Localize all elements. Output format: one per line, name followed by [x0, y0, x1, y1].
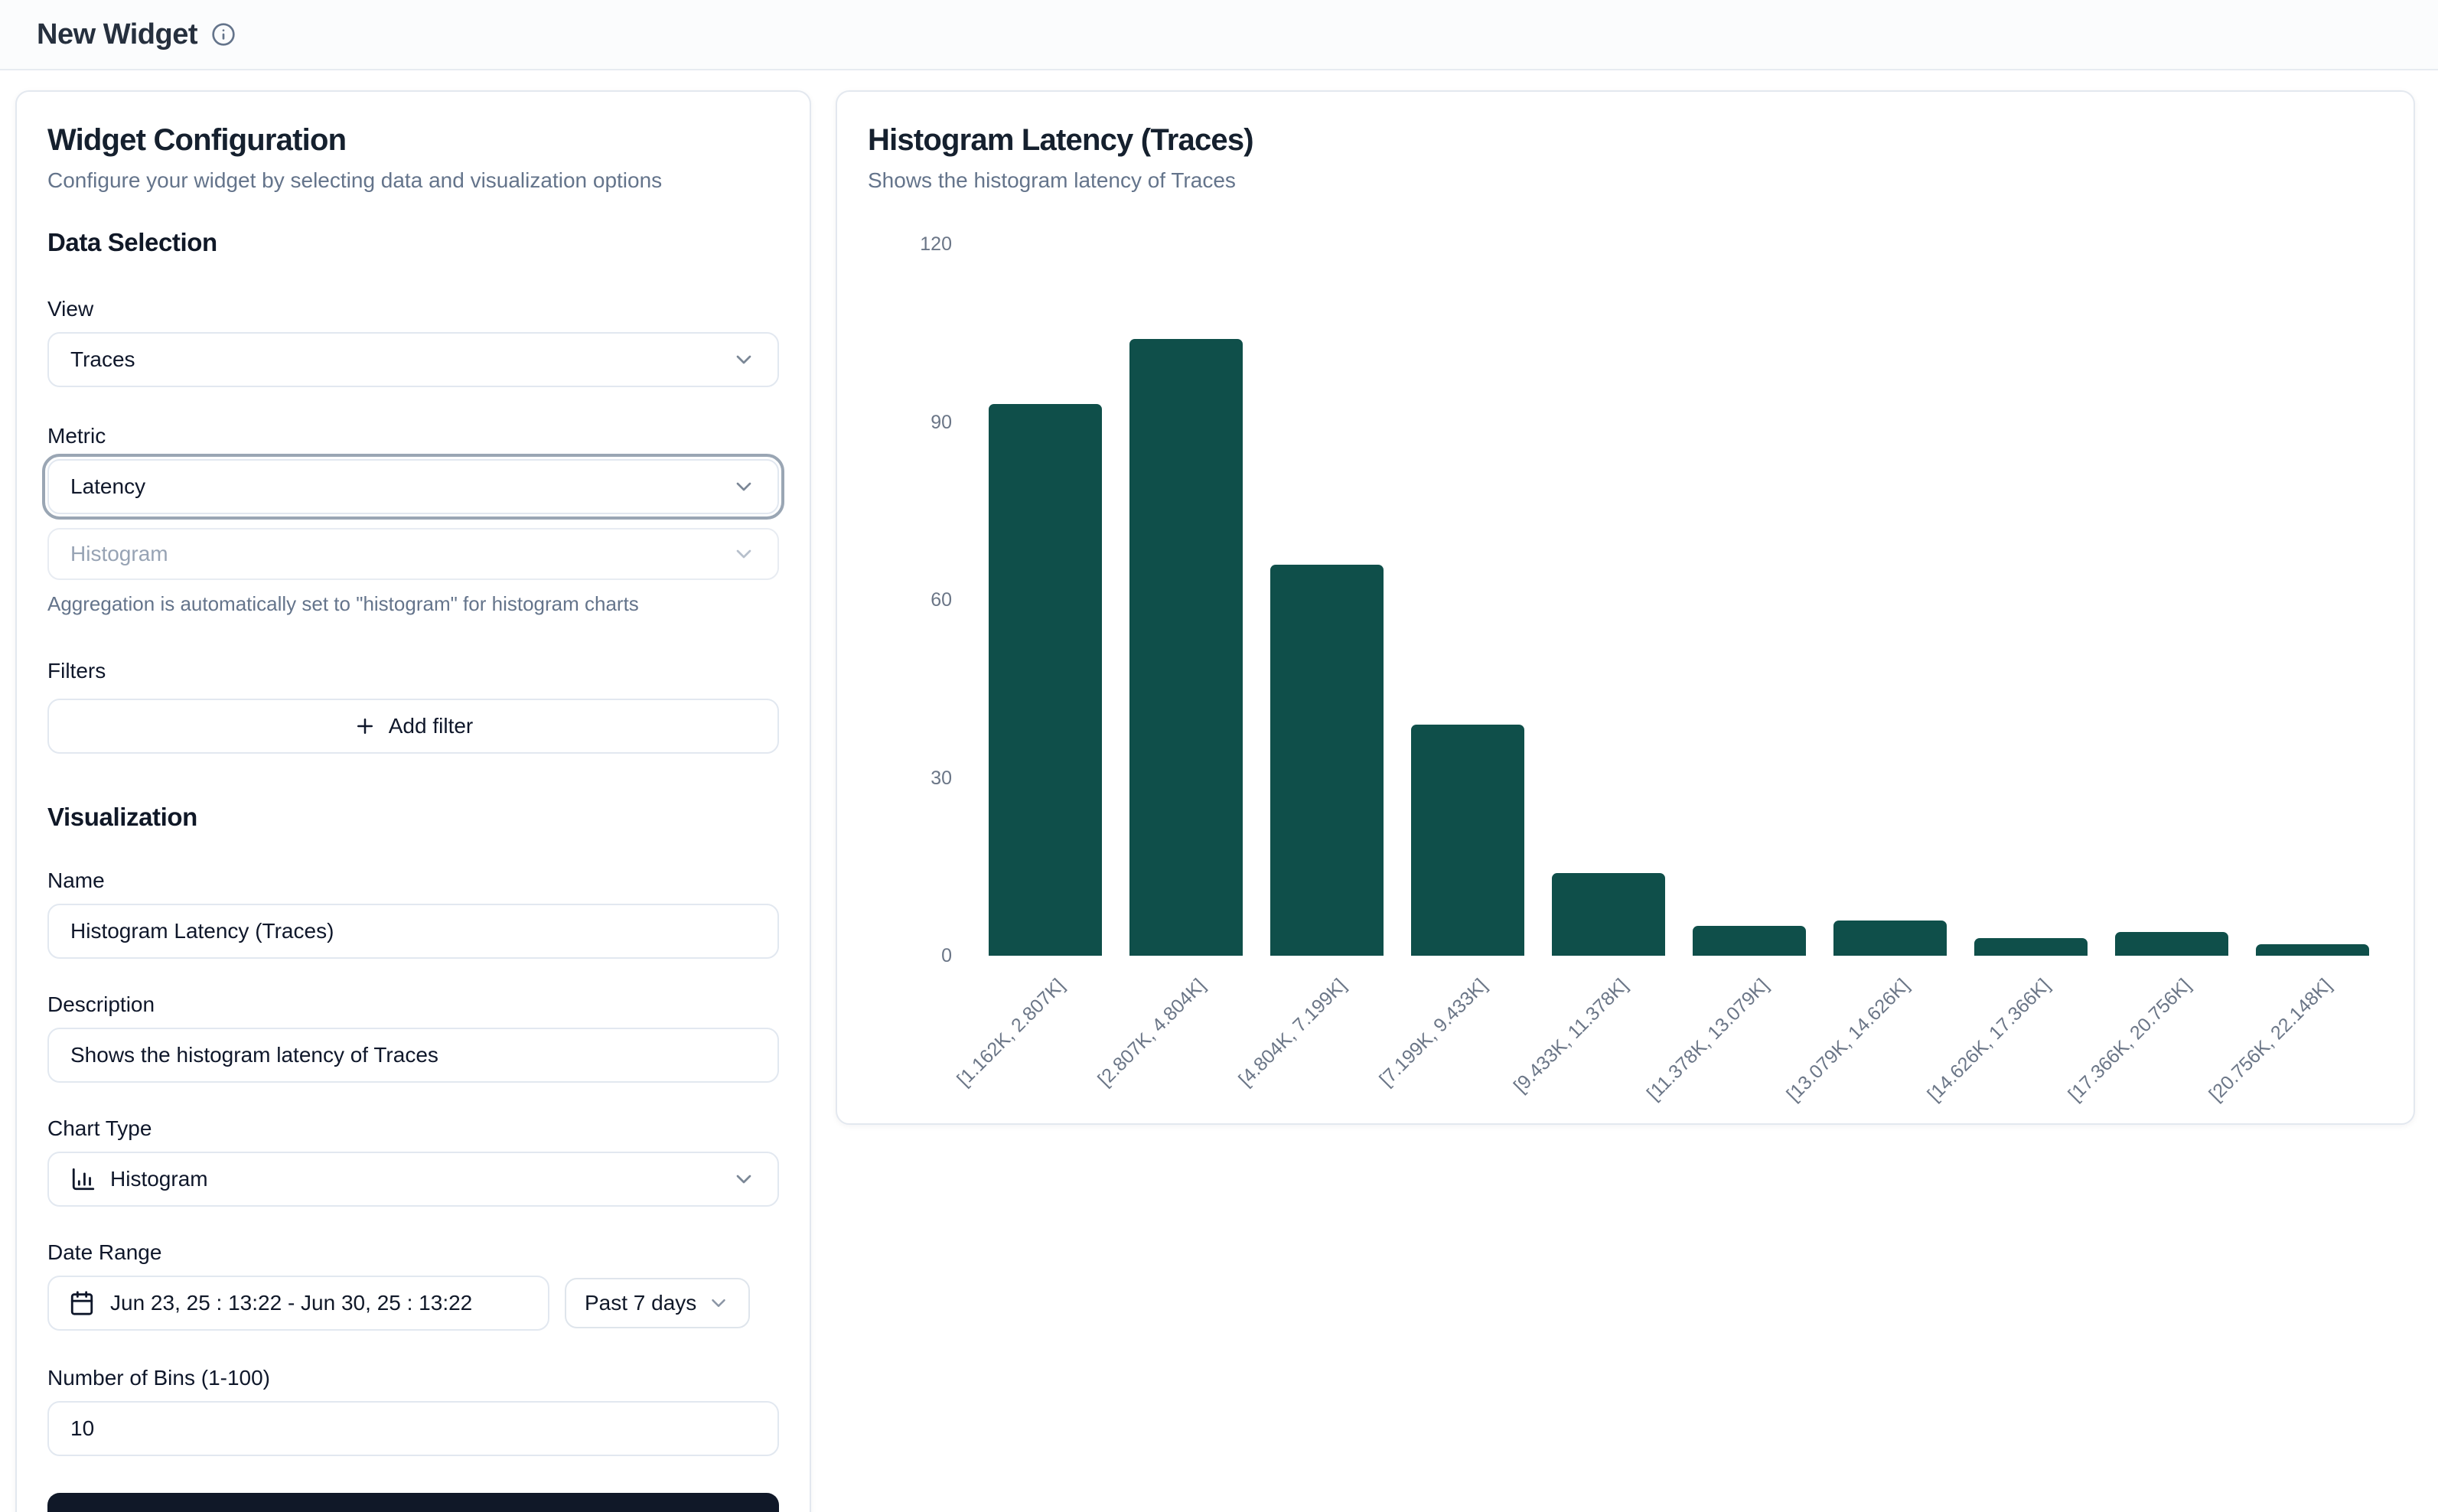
page-title: New Widget	[37, 18, 197, 51]
histogram-chart: 0 30 60 90 120 [1.162K, 2.807K][2.807K, 4.804…	[868, 210, 2386, 1097]
x-axis-tick-label: [11.378K, 13.079K]	[1642, 974, 1773, 1105]
view-label: View	[47, 297, 779, 321]
bins-input[interactable]	[47, 1401, 779, 1456]
date-preset-select[interactable]: Past 7 days	[565, 1278, 750, 1328]
chart-type-value: Histogram	[110, 1167, 208, 1191]
view-select-value: Traces	[70, 347, 135, 372]
add-filter-button[interactable]: Add filter	[47, 699, 779, 754]
save-widget-button[interactable]: Save Widget	[47, 1493, 779, 1512]
histogram-bar	[1129, 339, 1243, 956]
histogram-bar	[989, 404, 1102, 956]
chevron-down-icon	[732, 542, 756, 566]
config-subtitle: Configure your widget by selecting data …	[47, 167, 779, 194]
histogram-bar	[1974, 938, 2088, 956]
visualization-heading: Visualization	[47, 803, 779, 832]
aggregation-select-value: Histogram	[70, 542, 168, 566]
chevron-down-icon	[732, 474, 756, 499]
histogram-bar	[2115, 932, 2228, 956]
metric-select[interactable]: Latency	[47, 459, 779, 514]
y-axis-tick-label: 0	[868, 944, 952, 967]
info-icon[interactable]	[211, 22, 236, 47]
name-label: Name	[47, 868, 779, 893]
x-axis-tick-label: [2.807K, 4.804K]	[1093, 974, 1210, 1091]
widget-configuration-panel: Widget Configuration Configure your widg…	[15, 90, 811, 1512]
preview-subtitle: Shows the histogram latency of Traces	[868, 167, 2383, 194]
aggregation-helper-text: Aggregation is automatically set to "his…	[47, 592, 779, 616]
filters-label: Filters	[47, 659, 779, 683]
y-axis-tick-label: 90	[868, 411, 952, 434]
chart-type-select[interactable]: Histogram	[47, 1152, 779, 1207]
histogram-bar	[2256, 944, 2369, 956]
histogram-bar	[1693, 926, 1806, 956]
x-axis-tick-label: [1.162K, 2.807K]	[952, 974, 1069, 1091]
plus-icon	[354, 715, 376, 738]
aggregation-select: Histogram	[47, 528, 779, 580]
y-axis-tick-label: 60	[868, 588, 952, 611]
date-range-picker[interactable]: Jun 23, 25 : 13:22 - Jun 30, 25 : 13:22	[47, 1276, 549, 1331]
x-axis-tick-label: [4.804K, 7.199K]	[1234, 974, 1351, 1091]
chevron-down-icon	[732, 347, 756, 372]
view-select[interactable]: Traces	[47, 332, 779, 387]
x-axis-tick-label: [14.626K, 17.366K]	[1923, 974, 2055, 1106]
histogram-bar	[1270, 565, 1384, 956]
calendar-icon	[69, 1290, 95, 1316]
chart-type-label: Chart Type	[47, 1116, 779, 1141]
x-axis-tick-label: [7.199K, 9.433K]	[1374, 974, 1491, 1091]
y-axis-tick-label: 120	[868, 233, 952, 256]
preview-title: Histogram Latency (Traces)	[868, 121, 2383, 159]
chevron-down-icon	[732, 1167, 756, 1191]
data-selection-heading: Data Selection	[47, 228, 779, 257]
histogram-bar	[1552, 873, 1665, 956]
description-input[interactable]	[47, 1028, 779, 1083]
bins-label: Number of Bins (1-100)	[47, 1366, 779, 1390]
widget-preview-panel: Histogram Latency (Traces) Shows the his…	[836, 90, 2415, 1125]
y-axis-tick-label: 30	[868, 767, 952, 790]
x-axis-tick-label: [20.756K, 22.148K]	[2205, 974, 2337, 1106]
bar-chart-icon	[70, 1166, 96, 1192]
histogram-bar	[1411, 725, 1524, 956]
date-range-value: Jun 23, 25 : 13:22 - Jun 30, 25 : 13:22	[110, 1291, 472, 1315]
config-title: Widget Configuration	[47, 121, 779, 159]
description-label: Description	[47, 992, 779, 1017]
histogram-bar	[1833, 921, 1947, 956]
chevron-down-icon	[707, 1292, 730, 1315]
date-preset-value: Past 7 days	[585, 1291, 696, 1315]
content-area: Widget Configuration Configure your widg…	[0, 70, 2438, 1512]
page-header: New Widget	[0, 0, 2438, 70]
x-axis-tick-label: [13.079K, 14.626K]	[1782, 974, 1915, 1106]
x-axis-tick-label: [9.433K, 11.378K]	[1509, 974, 1632, 1097]
date-range-label: Date Range	[47, 1240, 779, 1265]
metric-label: Metric	[47, 424, 779, 448]
name-input[interactable]	[47, 904, 779, 959]
metric-select-value: Latency	[70, 474, 145, 499]
add-filter-label: Add filter	[389, 714, 474, 738]
x-axis-tick-label: [17.366K, 20.756K]	[2064, 974, 2196, 1106]
